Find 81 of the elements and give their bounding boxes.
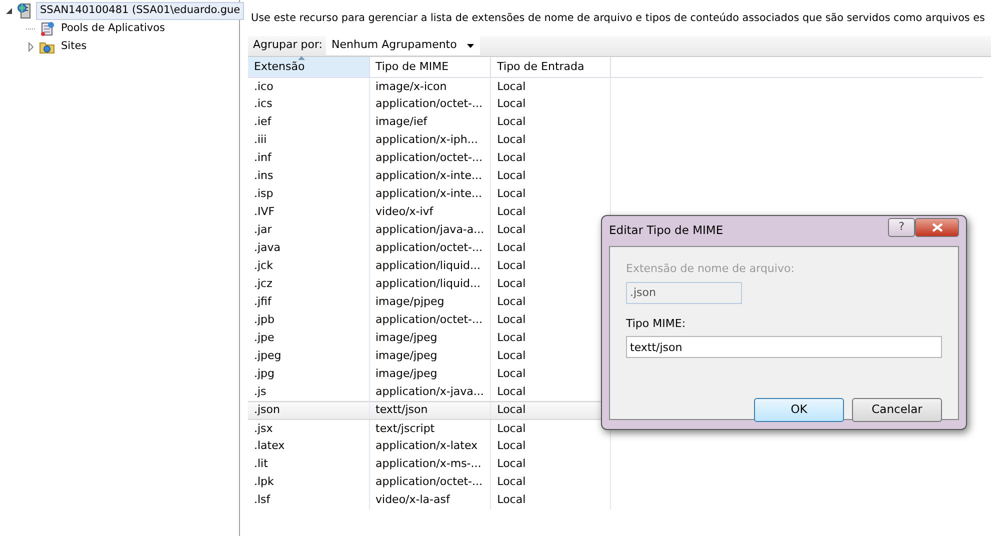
dropdown-caret-icon [466, 44, 474, 48]
close-button[interactable] [915, 218, 959, 236]
table-cell: application/octet-... [369, 312, 491, 330]
dialog-button[interactable]: OK [754, 398, 844, 422]
table-cell: Local [490, 78, 611, 96]
column-header[interactable]: Tipo de MIME [369, 56, 491, 78]
table-cell: Local [490, 438, 611, 456]
table-cell: video/x-la-asf [369, 492, 491, 510]
input-field[interactable]: textt/json [626, 336, 942, 358]
table-cell: application/liquid... [369, 276, 491, 294]
field-label: Tipo MIME: [626, 316, 687, 332]
table-cell: .jfif [248, 294, 369, 312]
table-cell: application/x-ms-... [369, 456, 491, 474]
column-header[interactable]: Tipo de Entrada [490, 56, 611, 78]
table-cell: .lsf [248, 492, 369, 510]
table-cell: image/pjpeg [369, 294, 491, 312]
table-cell: Local [490, 474, 611, 492]
table-cell: application/x-inte... [369, 168, 491, 186]
table-cell: .lit [248, 456, 369, 474]
table-cell: Local [490, 96, 611, 114]
table-cell: application/octet-... [369, 150, 491, 168]
table-cell: image/jpeg [369, 330, 491, 348]
table-cell: text/jscript [369, 420, 491, 438]
table-cell: .ief [248, 114, 369, 132]
table-cell: application/x-inte... [369, 186, 491, 204]
table-cell: application/x-latex [369, 438, 491, 456]
table-cell: video/x-ivf [369, 204, 491, 222]
table-cell: .ico [248, 78, 369, 96]
table-cell: .latex [248, 438, 369, 456]
group-by-label: Agrupar por: [253, 37, 322, 54]
table-cell: .jpb [248, 312, 369, 330]
table-cell: .java [248, 240, 369, 258]
sort-arrow-icon [298, 56, 305, 60]
table-cell: image/jpeg [369, 348, 491, 366]
dialog-button[interactable]: Cancelar [852, 398, 942, 422]
table-cell: Local [490, 114, 611, 132]
table-cell: application/liquid... [369, 258, 491, 276]
table-cell: .jpg [248, 366, 369, 384]
pool-icon [39, 21, 55, 37]
table-cell: Local [490, 168, 611, 186]
table-cell: Local [490, 492, 611, 510]
server-globe-icon [17, 3, 33, 19]
close-icon [932, 222, 942, 232]
table-cell: Local [490, 186, 611, 204]
help-button[interactable]: ? [888, 218, 915, 236]
table-cell: .jsx [248, 420, 369, 438]
tree-item[interactable]: Pools de Aplicativos [58, 21, 168, 37]
expanded-icon[interactable] [4, 6, 14, 16]
table-cell: .inf [248, 150, 369, 168]
field-label: Extensão de nome de arquivo: [626, 261, 796, 277]
tree-item[interactable]: SSAN140100481 (SSA01\eduardo.gue [36, 2, 244, 20]
table-cell: image/ief [369, 114, 491, 132]
table-cell: application/x-iph... [369, 132, 491, 150]
collapsed-icon[interactable] [26, 42, 36, 52]
table-cell: Local [490, 456, 611, 474]
table-cell: .jck [248, 258, 369, 276]
table-cell: Local [490, 150, 611, 168]
table-cell: Local [490, 132, 611, 150]
table-cell: .jcz [248, 276, 369, 294]
description-text: Use este recurso para gerenciar a lista de extensões de nome de arquivo e tipos de conteúdo associados que são servidos como arquivos es [251, 11, 986, 26]
table-cell: image/jpeg [369, 366, 491, 384]
table-cell: .ics [248, 96, 369, 114]
table-cell: textt/json [369, 402, 491, 420]
table-cell: application/octet-... [369, 240, 491, 258]
table-cell: .jar [248, 222, 369, 240]
table-cell: application/octet-... [369, 96, 491, 114]
tree-item[interactable]: Sites [58, 39, 90, 55]
table-cell: .jpeg [248, 348, 369, 366]
table-cell: .IVF [248, 204, 369, 222]
table-cell: .jpe [248, 330, 369, 348]
table-cell: .lpk [248, 474, 369, 492]
table-cell: .isp [248, 186, 369, 204]
dialog-title: Editar Tipo de MIME [609, 222, 724, 240]
table-cell: application/java-a... [369, 222, 491, 240]
group-by-dropdown[interactable]: Nenhum Agrupamento [326, 36, 480, 56]
table-cell: .iii [248, 132, 369, 150]
table-cell: .json [248, 402, 369, 420]
table-cell: image/x-icon [369, 78, 491, 96]
table-cell: application/octet-... [369, 474, 491, 492]
table-cell: .ins [248, 168, 369, 186]
column-header[interactable]: Extensão [248, 56, 369, 78]
